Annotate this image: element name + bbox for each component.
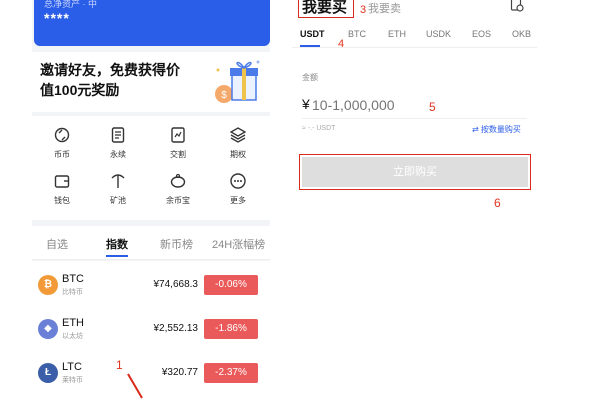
bitcoin-icon: ₿ xyxy=(38,275,58,295)
buy-now-button[interactable]: 立即购买 xyxy=(302,157,528,187)
grid-item-spot[interactable]: 币币 xyxy=(36,126,88,170)
tab-24h-gainers[interactable]: 24H涨幅榜 xyxy=(212,236,265,252)
grid-item-earn[interactable]: 余币宝 xyxy=(152,172,204,216)
grid-label: 钱包 xyxy=(54,196,70,205)
document-icon xyxy=(111,127,125,143)
tab-watchlist[interactable]: 自选 xyxy=(46,236,68,252)
piggy-bank-icon xyxy=(170,173,186,188)
grid-item-pool[interactable]: 矿池 xyxy=(92,172,144,216)
grid-item-futures[interactable]: 交割 xyxy=(152,126,204,170)
grid-label: 矿池 xyxy=(110,196,126,205)
asset-label: 总净资产 · 中 xyxy=(44,0,97,9)
annotation-1: 1 xyxy=(116,358,123,372)
coin-name: 以太坊 xyxy=(62,333,83,340)
layers-icon xyxy=(229,127,247,143)
annotation-arrow xyxy=(127,373,143,399)
more-icon xyxy=(230,173,246,189)
screenshot-root: 总净资产 · 中 **** 邀请好友，免费获得价值100元奖励 $ 币币 永续 … xyxy=(0,0,600,400)
amount-divider xyxy=(302,118,527,119)
annotation-6: 6 xyxy=(494,196,501,210)
gift-icon: $ xyxy=(215,60,260,103)
grid-item-perpetual[interactable]: 永续 xyxy=(92,126,144,170)
feature-grid: 币币 永续 交割 期权 钱包 矿池 余币宝 更多 xyxy=(32,116,270,220)
grid-label: 交割 xyxy=(170,150,186,159)
tab-buy[interactable]: 我要买 xyxy=(302,0,347,17)
grid-item-more[interactable]: 更多 xyxy=(212,172,264,216)
grid-label: 永续 xyxy=(110,150,126,159)
amount-input[interactable] xyxy=(302,93,527,117)
coin-change: -1.86% xyxy=(204,319,258,339)
coin-price: ¥2,552.13 xyxy=(153,323,199,334)
contract-icon xyxy=(171,127,185,143)
annotation-3: 3 xyxy=(360,4,367,16)
litecoin-icon: Ł xyxy=(38,363,58,383)
tab-usdk[interactable]: USDK xyxy=(426,29,451,39)
asset-card[interactable]: 总净资产 · 中 **** xyxy=(34,0,270,46)
coin-row-ltc[interactable]: Ł LTC 莱特币 ¥320.77 -2.37% xyxy=(32,351,270,395)
invite-text: 邀请好友，免费获得价值100元奖励 xyxy=(40,62,180,98)
coin-symbol: BTC xyxy=(62,273,84,285)
tab-sell[interactable]: 我要卖 xyxy=(368,0,401,16)
coin-symbol: ETH xyxy=(62,317,84,329)
buy-by-quantity-link[interactable]: ⇄ 按数量购买 xyxy=(472,124,521,135)
currency-underline xyxy=(300,45,320,47)
coin-name: 比特币 xyxy=(62,289,83,296)
tab-eth[interactable]: ETH xyxy=(388,29,406,39)
coin-price: ¥74,668.3 xyxy=(153,279,199,290)
annotation-4: 4 xyxy=(338,38,345,50)
otc-buy-screen: 我要买 3 我要卖 USDT BTC ETH USDK EOS OKB 4 金额… xyxy=(292,0,537,400)
order-list-icon[interactable] xyxy=(510,0,524,12)
asset-value: **** xyxy=(44,10,70,26)
wallet-icon xyxy=(54,175,70,188)
coin-swap-icon xyxy=(54,127,70,143)
grid-item-options[interactable]: 期权 xyxy=(212,126,264,170)
grid-label: 币币 xyxy=(54,150,70,159)
tab-usdt[interactable]: USDT xyxy=(300,29,325,39)
grid-label: 期权 xyxy=(230,150,246,159)
market-tabs: 自选 指数 新币榜 24H涨幅榜 xyxy=(32,226,270,260)
invite-banner[interactable]: 邀请好友，免费获得价值100元奖励 $ xyxy=(32,52,270,112)
tab-index[interactable]: 指数 xyxy=(106,236,128,252)
ethereum-icon: ◆ xyxy=(38,319,58,339)
tab-btc[interactable]: BTC xyxy=(348,29,366,39)
coin-row-eth[interactable]: ◆ ETH 以太坊 ¥2,552.13 -1.86% xyxy=(32,307,270,351)
coin-change: -2.37% xyxy=(204,363,258,383)
coin-list: ₿ BTC 比特币 ¥74,668.3 -0.06% ◆ ETH 以太坊 ¥2,… xyxy=(32,261,270,400)
grid-item-wallet[interactable]: 钱包 xyxy=(36,172,88,216)
tab-okb[interactable]: OKB xyxy=(512,29,531,39)
amount-label: 金额 xyxy=(302,73,318,82)
annotation-5: 5 xyxy=(429,100,436,114)
coin-symbol: LTC xyxy=(62,361,82,373)
coin-change: -0.06% xyxy=(204,275,258,295)
tab-eos[interactable]: EOS xyxy=(472,29,491,39)
svg-text:$: $ xyxy=(221,90,227,101)
coin-name: 莱特币 xyxy=(62,377,83,384)
tab-new-coins[interactable]: 新币榜 xyxy=(160,236,193,252)
tab-underline xyxy=(106,255,128,257)
approx-usdt: ≈ -.- USDT xyxy=(302,125,336,132)
grid-label: 更多 xyxy=(230,196,246,205)
grid-label: 余币宝 xyxy=(166,196,190,205)
currency-tabs: USDT BTC ETH USDK EOS OKB xyxy=(292,22,537,48)
home-screen: 总净资产 · 中 **** 邀请好友，免费获得价值100元奖励 $ 币币 永续 … xyxy=(32,0,270,400)
pickaxe-icon xyxy=(111,174,125,188)
coin-row-btc[interactable]: ₿ BTC 比特币 ¥74,668.3 -0.06% xyxy=(32,263,270,307)
